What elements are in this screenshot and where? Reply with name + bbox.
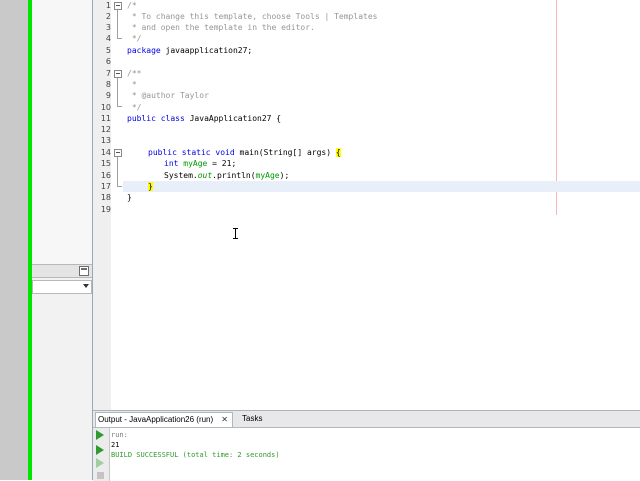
output-toolbar xyxy=(93,428,110,481)
line-number: 11 xyxy=(100,114,111,123)
code-line-5: package javaapplication27; xyxy=(127,45,252,56)
line-number: 16 xyxy=(100,171,111,180)
line-number: 6 xyxy=(105,57,111,66)
code-line-14: public static void main(String[] args) { xyxy=(148,147,341,158)
code-line-15: int myAge = 21; xyxy=(164,158,236,169)
fold-guide-end xyxy=(117,186,122,187)
line-number: 13 xyxy=(100,136,111,145)
fold-guide xyxy=(117,78,118,106)
code-line-9: * @author Taylor xyxy=(127,91,209,100)
line-number: 4 xyxy=(105,34,111,43)
minimize-icon[interactable] xyxy=(79,266,89,276)
line-number: 8 xyxy=(105,80,111,89)
matching-brace: } xyxy=(148,182,153,191)
line-number: 12 xyxy=(100,125,111,134)
fold-column xyxy=(111,0,123,410)
output-window: Output - JavaApplication26 (run) ✕ Tasks… xyxy=(93,410,640,481)
line-number: 10 xyxy=(100,103,111,112)
keyword-int: int xyxy=(164,159,179,168)
output-tab-bar: Output - JavaApplication26 (run) ✕ Tasks xyxy=(93,411,640,428)
keyword-public-class: public class xyxy=(127,114,185,123)
assignment: = 21; xyxy=(207,159,237,168)
line-number: 1 xyxy=(105,1,111,10)
tab-output-label: Output - JavaApplication26 (run) xyxy=(98,415,214,424)
fold-guide xyxy=(117,10,118,38)
dropdown-icon xyxy=(83,284,89,288)
code-line-2: * To change this template, choose Tools … xyxy=(127,12,378,21)
code-line-7: /** xyxy=(127,69,142,78)
fold-guide-end xyxy=(117,38,122,39)
output-line-build-status: BUILD SUCCESSFUL (total time: 2 seconds) xyxy=(111,451,280,459)
fold-icon[interactable] xyxy=(114,149,122,157)
code-line-10: */ xyxy=(127,103,142,112)
println-call: .println( xyxy=(212,171,256,180)
field-out: out xyxy=(197,171,213,180)
line-number: 18 xyxy=(100,193,111,202)
line-number: 5 xyxy=(105,46,111,55)
text-cursor-icon xyxy=(233,228,238,239)
variable-myage: myAge xyxy=(178,159,208,168)
navigator-panel xyxy=(32,0,93,480)
navigator-toolbar xyxy=(32,264,92,278)
code-line-1: /* xyxy=(127,1,137,10)
fold-icon[interactable] xyxy=(114,2,122,10)
output-console[interactable]: run: 21 BUILD SUCCESSFUL (total time: 2 … xyxy=(93,428,640,481)
line-number: 7 xyxy=(105,69,111,78)
system-class: System. xyxy=(164,171,198,180)
method-signature: main(String[] args) xyxy=(234,148,336,157)
tab-tasks[interactable]: Tasks xyxy=(233,412,282,426)
class-declaration: JavaApplication27 { xyxy=(184,114,282,123)
line-number: 19 xyxy=(100,205,111,214)
output-line-run: run: xyxy=(111,431,128,439)
output-line-value: 21 xyxy=(111,441,120,449)
rerun-options-icon[interactable] xyxy=(96,458,104,468)
current-line-highlight xyxy=(123,181,640,192)
line-number: 2 xyxy=(105,12,111,21)
keyword-public-static-void: public static void xyxy=(148,148,235,157)
code-line-4: */ xyxy=(127,34,142,43)
line-number: 3 xyxy=(105,23,111,32)
rerun-icon[interactable] xyxy=(96,445,104,455)
call-close: ); xyxy=(279,171,290,180)
stop-icon[interactable] xyxy=(97,472,104,479)
code-line-3: * and open the template in the editor. xyxy=(127,23,315,32)
keyword-package: package xyxy=(127,46,161,55)
line-number: 9 xyxy=(105,91,111,100)
tab-output[interactable]: Output - JavaApplication26 (run) ✕ xyxy=(95,412,233,427)
navigator-dropdown[interactable] xyxy=(32,280,92,294)
line-number: 14 xyxy=(100,148,111,157)
package-name: javaapplication27; xyxy=(160,46,253,55)
matching-brace: { xyxy=(335,148,341,157)
variable-myage: myAge xyxy=(255,171,280,180)
code-editor[interactable]: 1 2 3 4 5 6 7 8 9 10 11 12 13 14 15 16 1… xyxy=(93,0,640,410)
fold-icon[interactable] xyxy=(114,70,122,78)
navigator-content xyxy=(32,0,92,265)
code-line-11: public class JavaApplication27 { xyxy=(127,113,281,124)
close-icon[interactable]: ✕ xyxy=(221,413,228,427)
run-icon[interactable] xyxy=(96,430,104,440)
code-line-8: * xyxy=(127,80,137,89)
left-side-strip xyxy=(0,0,28,480)
code-line-16: System.out.println(myAge); xyxy=(164,170,289,181)
fold-guide-end xyxy=(117,106,122,107)
line-number: 17 xyxy=(100,182,111,191)
code-line-18: } xyxy=(127,193,132,202)
fold-guide xyxy=(117,157,118,186)
code-line-17: } xyxy=(148,181,153,192)
line-number: 15 xyxy=(100,159,111,168)
